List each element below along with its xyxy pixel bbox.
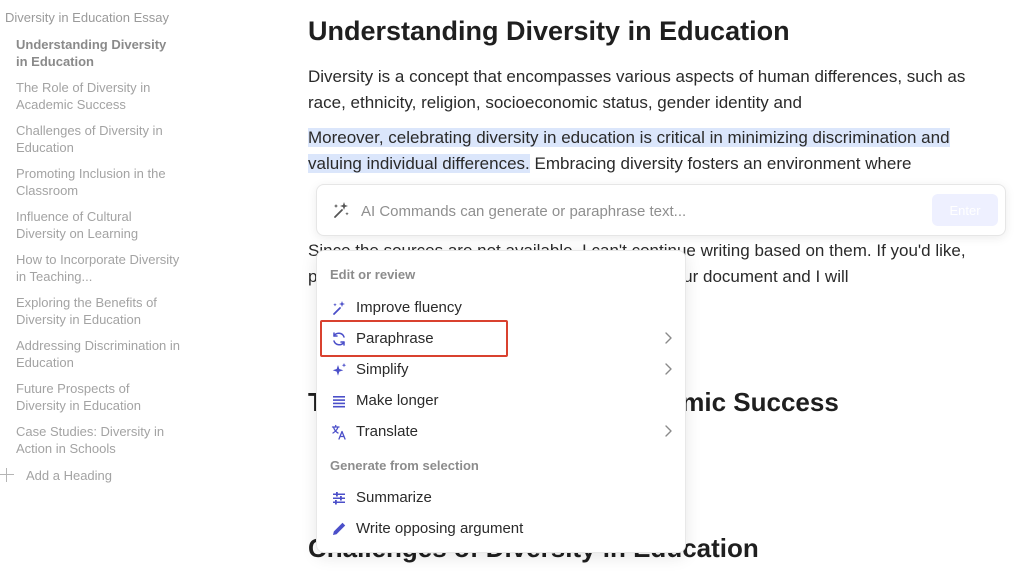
pencil-icon	[333, 522, 346, 535]
outline-item[interactable]: Understanding Diversity in Education	[16, 36, 181, 79]
section-label-edit: Edit or review	[330, 267, 416, 282]
heading-1[interactable]: Understanding Diversity in Education	[308, 16, 790, 47]
plus-icon	[0, 468, 14, 482]
outline-item[interactable]: Influence of Cultural Diversity on Learn…	[16, 208, 181, 251]
menu-item-write-opposing-argument[interactable]: Write opposing argument	[323, 514, 679, 544]
paragraph[interactable]: Diversity is a concept that encompasses …	[308, 64, 1002, 116]
menu-item-label: Summarize	[356, 489, 432, 506]
chevron-right-icon	[665, 363, 672, 375]
menu-item-label: Simplify	[356, 361, 409, 378]
paragraph-text: Embracing diversity fosters an environme…	[529, 154, 912, 173]
outline-list: Understanding Diversity in Education The…	[16, 36, 181, 466]
add-heading-button[interactable]: Add a Heading	[0, 466, 112, 484]
menu-item-label: Write opposing argument	[356, 520, 524, 537]
outline-item[interactable]: How to Incorporate Diversity in Teaching…	[16, 251, 181, 294]
menu-item-label: Make longer	[356, 392, 439, 409]
menu-item-paraphrase[interactable]: Paraphrase	[323, 324, 679, 354]
sliders-icon	[333, 492, 345, 505]
outline-item[interactable]: Addressing Discrimination in Education	[16, 337, 181, 380]
menu-item-translate[interactable]: Translate	[323, 417, 679, 447]
paragraph[interactable]: Moreover, celebrating diversity in educa…	[308, 125, 1002, 177]
translate-icon	[331, 424, 346, 440]
menu-item-make-longer[interactable]: Make longer	[323, 386, 679, 416]
sparkles-icon	[332, 363, 347, 376]
menu-item-improve-fluency[interactable]: Improve fluency	[323, 293, 679, 323]
menu-item-label: Paraphrase	[356, 330, 434, 347]
chevron-right-icon	[665, 425, 672, 437]
menu-item-summarize[interactable]: Summarize	[323, 483, 679, 513]
lines-icon	[333, 396, 345, 408]
menu-item-simplify[interactable]: Simplify	[323, 355, 679, 385]
ai-command-bar: Enter	[316, 184, 1006, 236]
outline-item[interactable]: Future Prospects of Diversity in Educati…	[16, 380, 181, 423]
outline-item[interactable]: Promoting Inclusion in the Classroom	[16, 165, 181, 208]
outline-item[interactable]: Exploring the Benefits of Diversity in E…	[16, 294, 181, 337]
sparkle-icon	[334, 202, 349, 218]
outline-sidebar: Diversity in Education Essay Understandi…	[0, 0, 190, 580]
ai-commands-menu: Edit or review Improve fluency Paraphras…	[316, 250, 686, 553]
magic-wand-icon	[333, 301, 345, 315]
add-heading-label: Add a Heading	[26, 467, 113, 483]
outline-item[interactable]: The Role of Diversity in Academic Succes…	[16, 79, 181, 122]
ai-command-input[interactable]	[361, 197, 921, 225]
editor-app: Diversity in Education Essay Understandi…	[0, 0, 1024, 580]
section-label-generate: Generate from selection	[330, 458, 479, 473]
outline-item[interactable]: Case Studies: Diversity in Action in Sch…	[16, 423, 181, 466]
chevron-right-icon	[665, 332, 672, 344]
outline-item[interactable]: Challenges of Diversity in Education	[16, 122, 181, 165]
menu-item-label: Translate	[356, 423, 418, 440]
enter-button[interactable]: Enter	[932, 194, 998, 226]
refresh-icon	[333, 332, 345, 346]
document-title[interactable]: Diversity in Education Essay	[5, 10, 169, 25]
menu-item-label: Improve fluency	[356, 299, 462, 316]
